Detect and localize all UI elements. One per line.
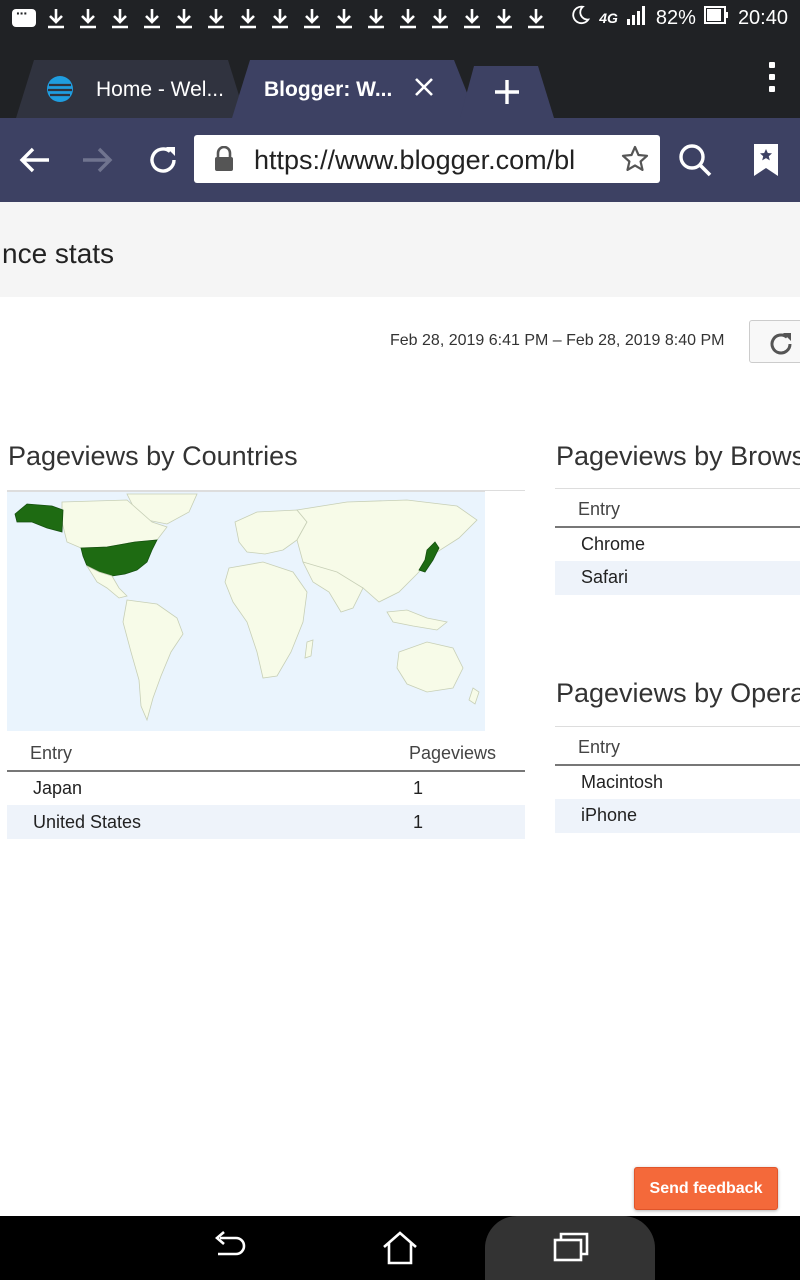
tab-home[interactable]: Home - Wel... bbox=[16, 60, 246, 118]
forward-button[interactable] bbox=[76, 138, 120, 182]
column-header-entry: Entry bbox=[555, 726, 800, 766]
screen: 4G 82% 20:40 Home - Wel... Blogger: W... bbox=[0, 0, 800, 1280]
download-icon bbox=[140, 6, 164, 30]
download-icon bbox=[396, 6, 420, 30]
tab-strip: Home - Wel... Blogger: W... bbox=[0, 36, 800, 118]
page-header: nce stats bbox=[0, 202, 800, 297]
download-icon bbox=[460, 6, 484, 30]
download-icon bbox=[236, 6, 260, 30]
message-icon bbox=[12, 5, 36, 27]
do-not-disturb-moon-icon bbox=[569, 4, 591, 32]
recent-apps-icon[interactable] bbox=[551, 1230, 591, 1266]
new-tab-button[interactable] bbox=[460, 66, 554, 118]
download-icon bbox=[108, 6, 132, 30]
world-map[interactable] bbox=[7, 491, 485, 731]
table-row: Safari bbox=[555, 560, 800, 595]
address-bar[interactable]: https://www.blogger.com/bl bbox=[194, 135, 660, 183]
table-row: iPhone bbox=[555, 798, 800, 833]
reload-icon bbox=[150, 147, 176, 173]
download-icon bbox=[364, 6, 388, 30]
os-table: Entry Macintosh iPhone bbox=[555, 726, 800, 833]
back-button[interactable] bbox=[12, 138, 56, 182]
menu-icon[interactable] bbox=[766, 62, 778, 92]
refresh-icon bbox=[770, 333, 792, 355]
system-icons: 4G 82% 20:40 bbox=[569, 5, 788, 31]
download-icon bbox=[300, 6, 324, 30]
arrow-left-icon bbox=[19, 147, 49, 173]
navigation-bar bbox=[0, 1216, 800, 1280]
network-type: 4G bbox=[599, 10, 618, 26]
plus-icon bbox=[460, 66, 554, 118]
countries-title: Pageviews by Countries bbox=[8, 441, 298, 471]
clock: 20:40 bbox=[737, 6, 788, 29]
download-icon bbox=[492, 6, 516, 30]
notification-icons bbox=[12, 5, 548, 30]
send-feedback-button[interactable]: Send feedback bbox=[634, 1167, 778, 1210]
star-icon[interactable] bbox=[620, 144, 650, 179]
tab-label: Home - Wel... bbox=[96, 78, 224, 101]
browsers-title: Pageviews by Brows bbox=[556, 441, 800, 471]
os-name: iPhone bbox=[555, 798, 800, 833]
table-row: United States 1 bbox=[7, 805, 525, 839]
os-name: Macintosh bbox=[581, 771, 664, 792]
table-row: Chrome bbox=[555, 527, 800, 561]
download-icon bbox=[76, 6, 100, 30]
browser-name: Safari bbox=[555, 560, 800, 595]
url-text[interactable]: https://www.blogger.com/bl bbox=[254, 145, 600, 176]
map-region-alaska bbox=[14, 503, 64, 533]
download-icon bbox=[204, 6, 228, 30]
back-icon[interactable] bbox=[210, 1230, 250, 1266]
refresh-button[interactable] bbox=[749, 320, 800, 363]
search-button[interactable] bbox=[673, 138, 717, 182]
home-icon[interactable] bbox=[380, 1230, 420, 1266]
column-header-pageviews: Pageviews bbox=[385, 733, 525, 772]
country-pageviews: 1 bbox=[385, 805, 525, 839]
close-icon[interactable] bbox=[411, 74, 437, 100]
download-icon bbox=[524, 6, 548, 30]
att-globe-icon bbox=[46, 75, 74, 108]
download-icon bbox=[428, 6, 452, 30]
country-pageviews: 1 bbox=[413, 778, 424, 798]
table-row: Japan 1 bbox=[7, 771, 525, 805]
date-range: Feb 28, 2019 6:41 PM – Feb 28, 2019 8:40… bbox=[390, 332, 725, 349]
tab-blogger[interactable]: Blogger: W... bbox=[232, 60, 477, 118]
country-name: Japan bbox=[33, 778, 83, 798]
browsers-table: Entry Chrome Safari bbox=[555, 488, 800, 595]
download-icon bbox=[332, 6, 356, 30]
bookmarks-button[interactable] bbox=[744, 138, 788, 182]
column-header-entry: Entry bbox=[555, 488, 800, 528]
countries-table: Entry Pageviews Japan 1 United States 1 bbox=[7, 733, 525, 839]
browser-toolbar: https://www.blogger.com/bl bbox=[0, 118, 800, 202]
browser-name: Chrome bbox=[581, 533, 646, 554]
table-row: Macintosh bbox=[555, 765, 800, 799]
bookmark-icon bbox=[754, 144, 778, 176]
column-header-entry: Entry bbox=[7, 733, 385, 772]
reload-button[interactable] bbox=[141, 138, 185, 182]
page-title: nce stats bbox=[2, 238, 115, 269]
os-title: Pageviews by Opera bbox=[556, 678, 800, 708]
search-icon bbox=[679, 144, 712, 177]
download-icon bbox=[268, 6, 292, 30]
lock-icon bbox=[212, 145, 236, 177]
arrow-right-icon bbox=[83, 147, 113, 173]
world-map-graphic bbox=[14, 493, 480, 722]
country-name: United States bbox=[7, 805, 385, 839]
download-icon bbox=[44, 6, 68, 30]
status-bar: 4G 82% 20:40 bbox=[0, 0, 800, 36]
download-icon bbox=[172, 6, 196, 30]
battery-percent: 82% bbox=[655, 6, 696, 29]
signal-icon bbox=[626, 4, 648, 32]
battery-icon bbox=[703, 5, 730, 31]
tab-label: Blogger: W... bbox=[264, 78, 393, 101]
